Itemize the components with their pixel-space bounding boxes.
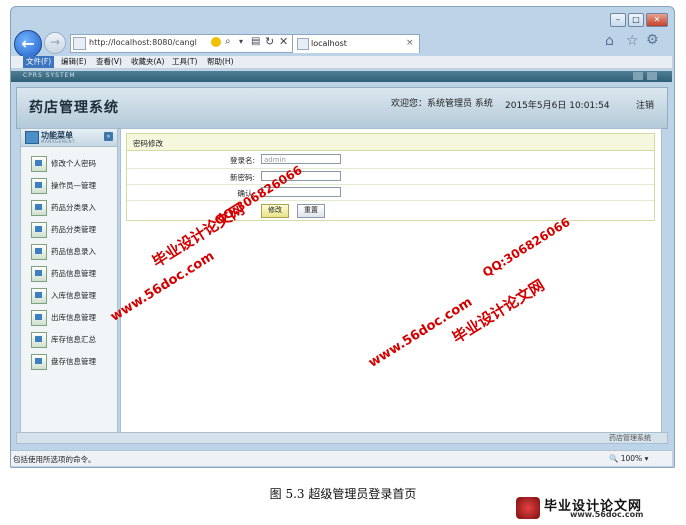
module-icon [31, 178, 47, 194]
sidebar-item-label: 操作员—管理 [51, 181, 96, 190]
password-panel: 密码修改 登录名: admin 新密码: 确认: 修改 重置 [126, 133, 655, 221]
forward-arrow-icon[interactable]: → [44, 32, 66, 54]
module-icon [31, 156, 47, 172]
system-label: CPRS SYSTEM [23, 72, 76, 79]
zoom-icon: 🔍 [609, 454, 619, 463]
main-content: 密码修改 登录名: admin 新密码: 确认: 修改 重置 [120, 128, 662, 434]
sidebar-item-category-manage[interactable]: 药品分类管理 [31, 222, 115, 238]
menu-folder-icon [25, 131, 39, 144]
menu-file[interactable]: 文件(F) [23, 56, 55, 68]
row-divider [127, 168, 654, 169]
status-text: 包括使用所选项的命令。 [13, 455, 96, 464]
reset-button[interactable]: 重置 [297, 204, 325, 218]
dropdown-icon[interactable]: ▾ [239, 37, 243, 46]
menu-tools[interactable]: 工具(T) [169, 56, 200, 68]
sidebar-item-label: 修改个人密码 [51, 159, 96, 168]
row-divider [127, 184, 654, 185]
compat-icon[interactable] [211, 37, 221, 47]
sidebar-subtitle: MANAGEMENT [41, 139, 75, 144]
sidebar-item-drug-manage[interactable]: 药品信息管理 [31, 266, 115, 282]
sidebar-item-label: 药品分类录入 [51, 203, 96, 212]
sidebar-item-stocktake[interactable]: 盘存信息管理 [31, 354, 115, 370]
sidebar-item-label: 药品信息录入 [51, 247, 96, 256]
document-icon[interactable]: ▤ [251, 36, 260, 47]
new-password-label: 新密码: [229, 173, 255, 182]
close-window-icon[interactable]: ✕ [646, 13, 668, 27]
collapse-icon[interactable]: » [104, 132, 113, 141]
address-text: http://localhost:8080/cangl [89, 38, 197, 47]
sidebar-item-label: 药品分类管理 [51, 225, 96, 234]
sidebar-item-stock-in[interactable]: 入库信息管理 [31, 288, 115, 304]
submit-button[interactable]: 修改 [261, 204, 289, 218]
sidebar-item-label: 入库信息管理 [51, 291, 96, 300]
datetime-text: 2015年5月6日 10:01:54 [505, 101, 610, 111]
tab-title: localhost [311, 39, 347, 48]
tab-page-icon [297, 38, 309, 50]
search-icon[interactable]: ⌕ [225, 36, 231, 47]
stop-icon[interactable]: ✕ [279, 35, 288, 48]
sidebar-item-drug-entry[interactable]: 药品信息录入 [31, 244, 115, 260]
sidebar-header: 功能菜单 MANAGEMENT » [21, 129, 117, 147]
logo-badge-icon [516, 497, 540, 519]
back-arrow-icon[interactable]: ← [14, 30, 42, 58]
module-icon [31, 332, 47, 348]
sidebar: 功能菜单 MANAGEMENT » 修改个人密码 操作员—管理 药品分类录入 药… [20, 128, 118, 434]
zoom-value: 100% [620, 454, 643, 463]
username-label: 登录名: [229, 156, 255, 165]
module-icon [31, 222, 47, 238]
next-icon[interactable] [647, 72, 657, 80]
logout-link[interactable]: 注销 [636, 98, 654, 111]
menu-view[interactable]: 查看(V) [93, 56, 125, 68]
row-divider [127, 200, 654, 201]
maximize-icon[interactable]: □ [628, 13, 644, 27]
sidebar-item-change-password[interactable]: 修改个人密码 [31, 156, 115, 172]
browser-tab[interactable]: localhost × [292, 34, 420, 53]
module-icon [31, 310, 47, 326]
sidebar-item-label: 盘存信息管理 [51, 357, 96, 366]
username-field[interactable]: admin [261, 154, 341, 164]
tab-close-icon[interactable]: × [406, 38, 414, 48]
refresh-icon[interactable]: ↻ [265, 35, 274, 48]
sidebar-item-stock-out[interactable]: 出库信息管理 [31, 310, 115, 326]
sidebar-item-label: 库存信息汇总 [51, 335, 96, 344]
status-bar: 包括使用所选项的命令。 🔍 100% ▾ [11, 450, 672, 466]
minimize-icon[interactable]: – [610, 13, 626, 27]
menu-help[interactable]: 帮助(H) [204, 56, 237, 68]
module-icon [31, 266, 47, 282]
page-icon [73, 37, 86, 50]
module-icon [31, 200, 47, 216]
module-icon [31, 354, 47, 370]
sidebar-item-category-entry[interactable]: 药品分类录入 [31, 200, 115, 216]
logo-url: www.56doc.com [570, 510, 644, 519]
prev-icon[interactable] [633, 72, 643, 80]
sidebar-item-label: 药品信息管理 [51, 269, 96, 278]
panel-title: 密码修改 [133, 139, 163, 148]
site-logo: 毕业设计论文网 www.56doc.com [514, 495, 679, 521]
sidebar-item-operator-manage[interactable]: 操作员—管理 [31, 178, 115, 194]
footer-text: 药店管理系统 [609, 434, 651, 442]
module-icon [31, 244, 47, 260]
menu-edit[interactable]: 编辑(E) [58, 56, 90, 68]
zoom-level[interactable]: 🔍 100% ▾ [609, 454, 648, 463]
app-footer: 药店管理系统 [16, 432, 668, 444]
address-bar[interactable]: http://localhost:8080/cangl ⌕ ▾ ▤ ↻ ✕ [70, 34, 294, 53]
module-icon [31, 288, 47, 304]
favorites-star-icon[interactable]: ☆ [626, 33, 639, 49]
home-icon[interactable]: ⌂ [605, 33, 614, 49]
page-title: 药店管理系统 [29, 100, 119, 116]
sidebar-item-label: 出库信息管理 [51, 313, 96, 322]
menu-bar: 文件(F) 编辑(E) 查看(V) 收藏夹(A) 工具(T) 帮助(H) [11, 56, 672, 69]
gear-icon[interactable]: ⚙ [646, 32, 659, 48]
system-bar: CPRS SYSTEM [11, 71, 672, 82]
menu-favorites[interactable]: 收藏夹(A) [128, 56, 167, 68]
welcome-text: 欢迎您：系统管理员 系统 [391, 99, 493, 109]
sidebar-item-inventory-summary[interactable]: 库存信息汇总 [31, 332, 115, 348]
app-header: 药店管理系统 欢迎您：系统管理员 系统 2015年5月6日 10:01:54 注… [16, 87, 668, 129]
panel-header: 密码修改 [127, 134, 654, 151]
